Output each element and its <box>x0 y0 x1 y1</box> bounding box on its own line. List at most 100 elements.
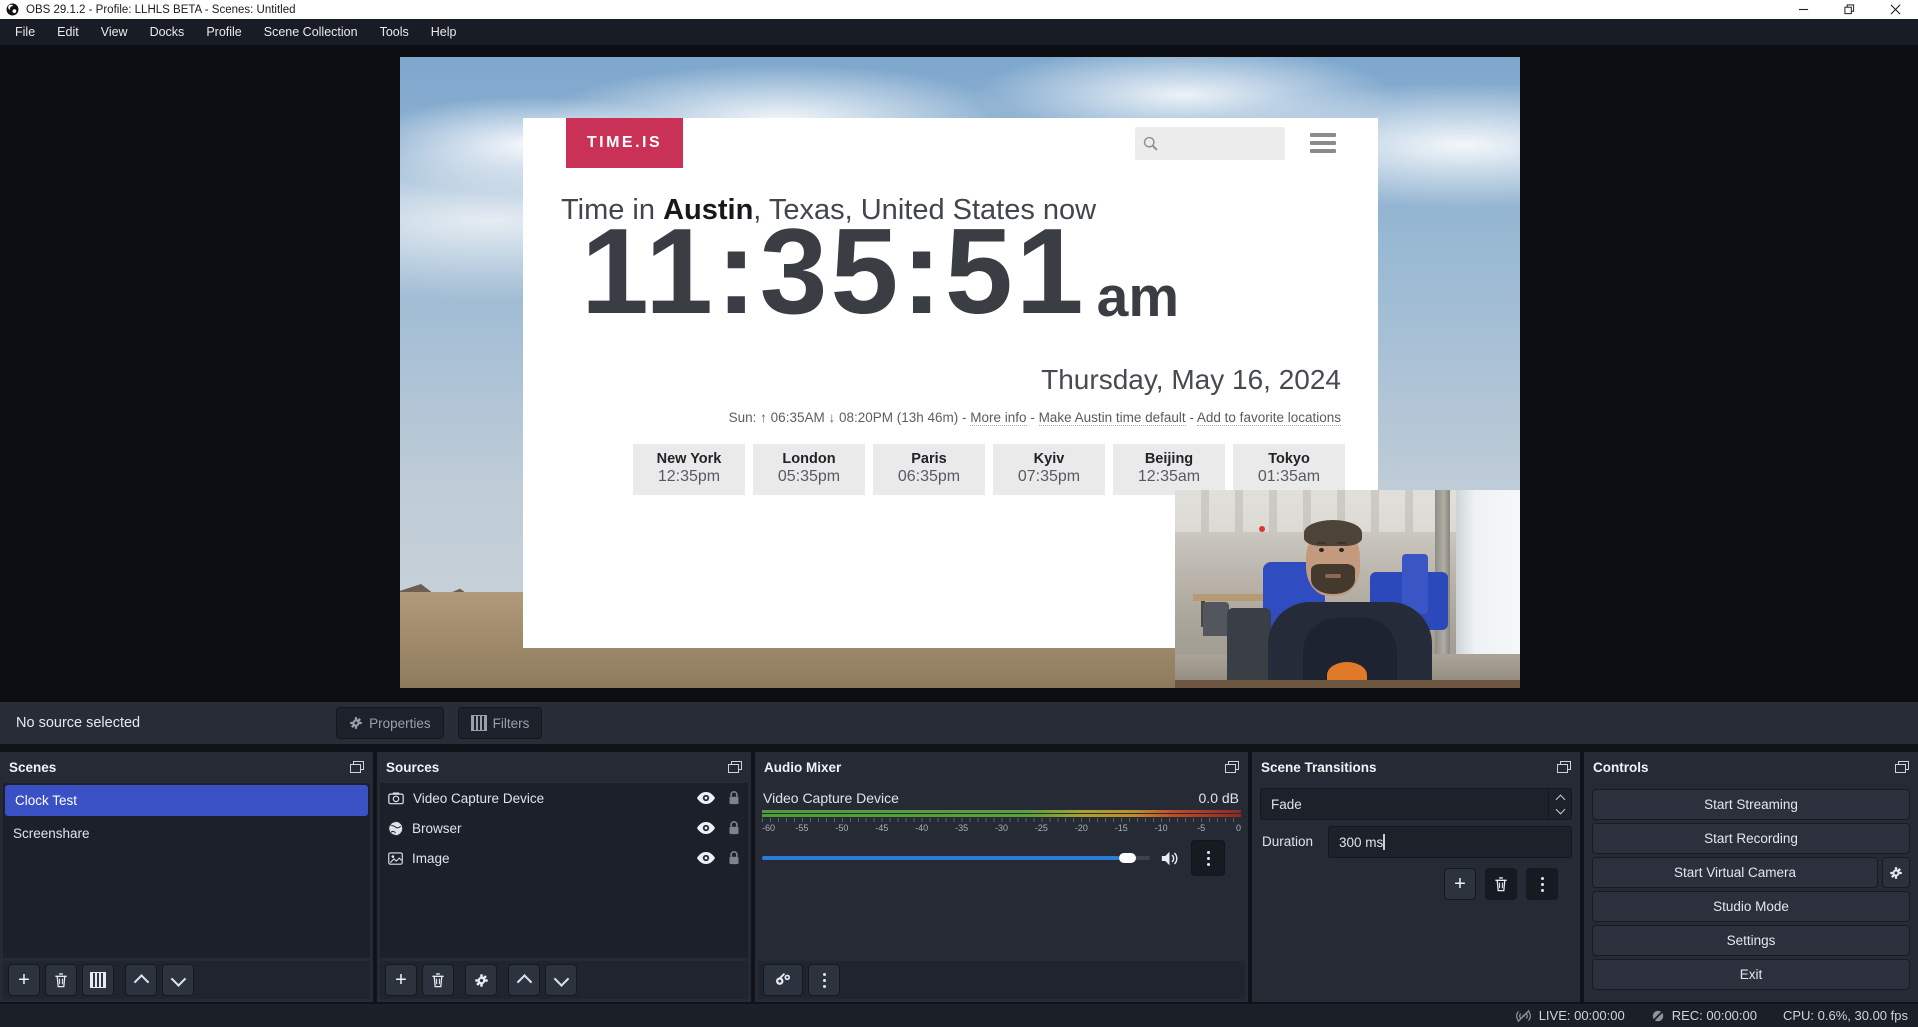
scene-item-clock-test[interactable]: Clock Test <box>5 785 368 816</box>
scenes-list: Clock Test Screenshare <box>3 783 370 958</box>
filters-button[interactable]: Filters <box>458 707 543 739</box>
popout-icon[interactable] <box>1895 761 1909 773</box>
controls-panel: Controls Start Streaming Start Recording… <box>1584 752 1918 1002</box>
scene-preview[interactable]: TIME.IS Time in Austin, Texas, United St… <box>400 57 1520 688</box>
eye-icon[interactable] <box>697 822 715 834</box>
start-recording-button[interactable]: Start Recording <box>1592 823 1910 854</box>
menu-view[interactable]: View <box>90 21 139 43</box>
restore-button[interactable] <box>1826 0 1872 19</box>
remove-scene-button[interactable] <box>45 964 77 996</box>
duration-spinbox[interactable]: 300 ms <box>1328 826 1572 858</box>
city-beijing[interactable]: Beijing12:35am <box>1113 444 1225 495</box>
volume-slider[interactable] <box>762 856 1150 860</box>
virtual-camera-settings-button[interactable] <box>1882 857 1910 888</box>
hamburger-menu-icon[interactable] <box>1310 133 1336 153</box>
transitions-title: Scene Transitions <box>1261 760 1377 775</box>
add-transition-button[interactable]: + <box>1444 868 1476 900</box>
search-icon <box>1142 135 1159 152</box>
volume-meter <box>762 810 1241 817</box>
start-streaming-button[interactable]: Start Streaming <box>1592 789 1910 820</box>
menu-profile[interactable]: Profile <box>195 21 252 43</box>
speaker-icon[interactable] <box>1160 850 1179 867</box>
studio-mode-button[interactable]: Studio Mode <box>1592 891 1910 922</box>
duration-label: Duration <box>1262 834 1313 849</box>
sources-panel: Sources Video Capture Device Browser <box>377 752 751 1002</box>
lock-icon[interactable] <box>728 791 740 805</box>
title-bar: OBS 29.1.2 - Profile: LLHLS BETA - Scene… <box>0 0 1918 19</box>
source-item-video-capture[interactable]: Video Capture Device <box>380 783 748 813</box>
popout-icon[interactable] <box>728 761 742 773</box>
lock-icon[interactable] <box>728 851 740 865</box>
clock-meridiem: am <box>1097 269 1179 326</box>
city-newyork[interactable]: New York12:35pm <box>633 444 745 495</box>
menu-docks[interactable]: Docks <box>139 21 196 43</box>
city-kyiv[interactable]: Kyiv07:35pm <box>993 444 1105 495</box>
controls-title: Controls <box>1593 760 1649 775</box>
sources-list: Video Capture Device Browser <box>380 783 748 958</box>
source-item-image[interactable]: Image <box>380 843 748 873</box>
start-virtual-camera-button[interactable]: Start Virtual Camera <box>1592 857 1878 888</box>
close-button[interactable] <box>1872 0 1918 19</box>
source-up-button[interactable] <box>508 964 540 996</box>
popout-icon[interactable] <box>1225 761 1239 773</box>
advanced-audio-button[interactable] <box>763 964 803 996</box>
city-tokyo[interactable]: Tokyo01:35am <box>1233 444 1345 495</box>
menu-scene-collection[interactable]: Scene Collection <box>253 21 369 43</box>
city-london[interactable]: London05:35pm <box>753 444 865 495</box>
transition-select[interactable]: Fade <box>1260 788 1572 820</box>
sources-title: Sources <box>386 760 439 775</box>
volume-slider-handle[interactable] <box>1119 853 1136 863</box>
menu-tools[interactable]: Tools <box>369 21 420 43</box>
source-status-text: No source selected <box>16 715 140 731</box>
duration-value: 300 ms <box>1329 835 1383 850</box>
transition-selected-value: Fade <box>1261 797 1302 812</box>
city-paris[interactable]: Paris06:35pm <box>873 444 985 495</box>
mixer-menu-button[interactable] <box>808 964 840 996</box>
make-default-link[interactable]: Make Austin time default <box>1039 410 1186 426</box>
rec-status: REC: 00:00:00 <box>1651 1008 1757 1023</box>
properties-button[interactable]: Properties <box>336 707 444 739</box>
scenes-title: Scenes <box>9 760 56 775</box>
select-spinner[interactable] <box>1548 789 1571 819</box>
popout-icon[interactable] <box>350 761 364 773</box>
scene-item-screenshare[interactable]: Screenshare <box>3 818 370 849</box>
minimize-button[interactable] <box>1780 0 1826 19</box>
eye-icon[interactable] <box>697 852 715 864</box>
remove-source-button[interactable] <box>422 964 454 996</box>
eye-icon[interactable] <box>697 792 715 804</box>
menu-edit[interactable]: Edit <box>46 21 90 43</box>
settings-button[interactable]: Settings <box>1592 925 1910 956</box>
live-status: LIVE: 00:00:00 <box>1515 1008 1625 1023</box>
add-scene-button[interactable]: + <box>8 964 40 996</box>
duration-spinner[interactable] <box>1383 835 1385 850</box>
clock-time: 11:35:51 <box>581 210 1087 332</box>
meter-scale: -60 -55 -50 -45 -40 -35 -30 -25 -20 -15 … <box>762 818 1241 836</box>
menu-file[interactable]: File <box>4 21 46 43</box>
audio-mixer-panel: Audio Mixer Video Capture Device 0.0 dB … <box>755 752 1248 1002</box>
scene-up-button[interactable] <box>125 964 157 996</box>
filters-icon <box>471 715 487 731</box>
menu-help[interactable]: Help <box>420 21 468 43</box>
source-item-browser[interactable]: Browser <box>380 813 748 843</box>
scene-down-button[interactable] <box>162 964 194 996</box>
exit-button[interactable]: Exit <box>1592 959 1910 990</box>
transition-menu-button[interactable] <box>1526 868 1558 900</box>
lock-icon[interactable] <box>728 821 740 835</box>
popout-icon[interactable] <box>1557 761 1571 773</box>
world-clock-row: New York12:35pm London05:35pm Paris06:35… <box>633 444 1345 495</box>
more-info-link[interactable]: More info <box>970 410 1026 426</box>
source-properties-button[interactable] <box>465 964 497 996</box>
timeis-logo[interactable]: TIME.IS <box>566 118 683 168</box>
sources-toolbar: + <box>380 961 748 999</box>
obs-window: OBS 29.1.2 - Profile: LLHLS BETA - Scene… <box>0 0 1918 1027</box>
scene-filters-button[interactable] <box>82 964 114 996</box>
add-source-button[interactable]: + <box>385 964 417 996</box>
timeis-search-input[interactable] <box>1135 127 1285 160</box>
source-toolbar: No source selected Properties Filters <box>0 702 1918 744</box>
image-icon <box>388 852 403 865</box>
source-down-button[interactable] <box>545 964 577 996</box>
mixer-options-button[interactable] <box>1191 840 1225 876</box>
add-favorite-link[interactable]: Add to favorite locations <box>1197 410 1341 426</box>
status-bar: LIVE: 00:00:00 REC: 00:00:00 CPU: 0.6%, … <box>0 1004 1918 1027</box>
remove-transition-button[interactable] <box>1485 868 1517 900</box>
